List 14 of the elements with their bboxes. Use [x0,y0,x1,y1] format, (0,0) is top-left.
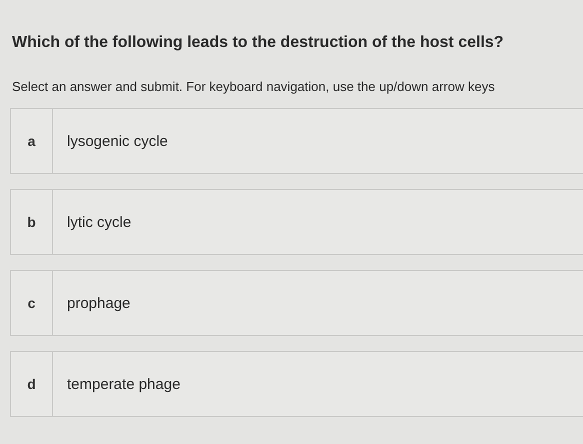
option-text: lytic cycle [66,212,132,232]
answer-option[interactable]: c prophage [10,270,583,336]
option-text: prophage [66,294,130,314]
option-letter: a [11,109,53,173]
instructions-text: Select an answer and submit. For keyboard navigation, use the up/down arrow keys [12,79,496,94]
option-text: lysogenic cycle [66,132,168,152]
option-letter: c [11,271,53,335]
question-text: Which of the following leads to the destruction of the host cells? [12,34,505,52]
answer-option[interactable]: a lysogenic cycle [10,108,583,174]
option-letter: b [11,190,53,254]
option-text: temperate phage [66,374,180,394]
answer-option[interactable]: d temperate phage [10,351,583,417]
answer-option[interactable]: b lytic cycle [10,189,583,255]
option-letter: d [11,352,53,416]
